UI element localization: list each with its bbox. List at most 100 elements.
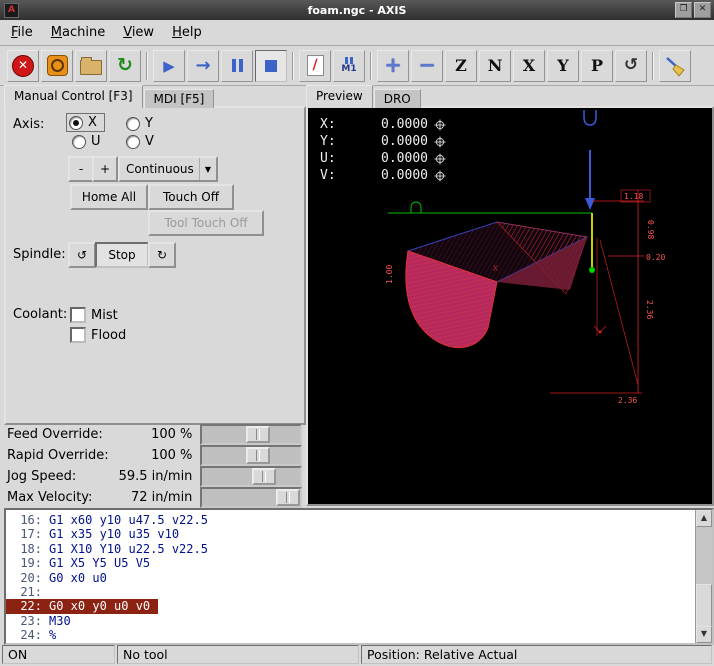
spindle-stop-button[interactable]: Stop: [95, 242, 149, 268]
slider-handle[interactable]: [252, 468, 276, 485]
gcode-line[interactable]: 24:%: [6, 628, 712, 642]
step-icon: →: [195, 55, 210, 76]
mist-check-icon: [70, 307, 86, 323]
dro-row-u: U: 0.0000: [320, 150, 446, 167]
rotate-view-button[interactable]: ↺: [615, 50, 647, 82]
view-y-button[interactable]: Y: [547, 50, 579, 82]
menu-file[interactable]: File: [2, 22, 42, 43]
feed-override-label: Feed Override:: [4, 427, 116, 442]
gcode-line[interactable]: 19:G1 X5 Y5 U5 V5: [6, 556, 712, 570]
slider-handle[interactable]: [276, 489, 300, 506]
scroll-down-icon[interactable]: ▼: [696, 626, 712, 643]
spindle-reverse-button[interactable]: ↺: [68, 242, 96, 268]
zoom-in-button[interactable]: +: [377, 50, 409, 82]
gcode-line-text: G0 x0 u0: [49, 571, 107, 585]
step-button[interactable]: →: [187, 50, 219, 82]
jog-speed-row: Jog Speed: 59.5 in/min: [4, 466, 302, 487]
view-perspective-button[interactable]: P: [581, 50, 613, 82]
toolbar-separator: [652, 52, 654, 80]
toolbar: ✕ ↻ ▶ → ∕ M1 + − Z N X Y P ↺: [0, 46, 714, 86]
scrollbar-thumb[interactable]: [696, 584, 712, 628]
rapid-override-slider[interactable]: [200, 445, 302, 466]
dro-axis-label: Y:: [320, 134, 344, 149]
view-z-back-button[interactable]: N: [479, 50, 511, 82]
view-z-button[interactable]: Z: [445, 50, 477, 82]
home-all-button[interactable]: Home All: [70, 184, 148, 210]
pause-icon: [232, 59, 236, 72]
gcode-listing[interactable]: 16:G1 x60 y10 u47.5 v22.5 17:G1 x35 y10 …: [4, 508, 714, 645]
estop-button[interactable]: ✕: [7, 50, 39, 82]
optional-stop-button[interactable]: M1: [333, 50, 365, 82]
reload-file-button[interactable]: ↻: [109, 50, 141, 82]
jog-plus-button[interactable]: +: [92, 156, 118, 182]
gcode-line[interactable]: 20:G0 x0 u0: [6, 571, 712, 585]
axis-radio-v[interactable]: V: [126, 134, 154, 149]
view-y-icon: Y: [557, 58, 568, 74]
axis-radio-y[interactable]: Y: [126, 116, 153, 131]
gcode-line[interactable]: 23:M30: [6, 614, 712, 628]
axis-radio-x[interactable]: X: [66, 113, 105, 132]
scroll-up-icon[interactable]: ▲: [696, 510, 712, 527]
run-button[interactable]: ▶: [153, 50, 185, 82]
maximize-button[interactable]: ❐: [675, 2, 692, 18]
flood-checkbox[interactable]: Flood: [70, 327, 126, 343]
open-file-button[interactable]: [75, 50, 107, 82]
max-velocity-slider[interactable]: [200, 487, 302, 508]
feed-override-row: Feed Override: 100 %: [4, 424, 302, 445]
jog-minus-button[interactable]: -: [68, 156, 94, 182]
slider-handle[interactable]: [246, 426, 270, 443]
view-x-button[interactable]: X: [513, 50, 545, 82]
gcode-line[interactable]: 16:G1 x60 y10 u47.5 v22.5: [6, 513, 712, 527]
gcode-line-active[interactable]: 22:G0 x0 y0 u0 v0: [6, 599, 158, 613]
homed-icon: [434, 153, 446, 165]
dim-label: 1.18: [624, 192, 643, 201]
close-button[interactable]: ✕: [694, 2, 711, 18]
jog-speed-slider[interactable]: [200, 466, 302, 487]
zoom-out-icon: −: [418, 55, 436, 76]
homed-icon: [434, 136, 446, 148]
dro-axis-label: U:: [320, 151, 344, 166]
dro-axis-value: 0.0000: [344, 117, 428, 132]
run-icon: ▶: [163, 57, 175, 75]
gcode-line-text: M30: [49, 614, 71, 628]
skip-lines-button[interactable]: ∕: [299, 50, 331, 82]
slider-handle[interactable]: [246, 447, 270, 464]
preview-panel: 1.18 0.98 0.20 2.36 2.36 1.00 X X: 0.000…: [306, 106, 714, 506]
stop-button[interactable]: [255, 50, 287, 82]
gcode-line-text: G1 x60 y10 u47.5 v22.5: [49, 513, 208, 527]
folder-icon: [80, 60, 102, 75]
jog-mode-select[interactable]: Continuous ▼: [118, 156, 218, 182]
tab-manual-control[interactable]: Manual Control [F3]: [4, 85, 143, 108]
rotate-icon: ↺: [624, 57, 638, 74]
toolbar-separator: [292, 52, 294, 80]
flood-check-icon: [70, 327, 86, 343]
clear-plot-button[interactable]: [659, 50, 691, 82]
preview-canvas[interactable]: 1.18 0.98 0.20 2.36 2.36 1.00 X X: 0.000…: [308, 108, 712, 504]
titlebar[interactable]: A foam.ngc - AXIS ❐ ✕: [0, 0, 714, 20]
axis-window: A foam.ngc - AXIS ❐ ✕ File Machine View …: [0, 0, 714, 666]
gcode-line[interactable]: 21:: [6, 585, 712, 599]
tab-preview[interactable]: Preview: [306, 85, 373, 108]
touch-off-button[interactable]: Touch Off: [148, 184, 234, 210]
dro-axis-label: X:: [320, 117, 344, 132]
gcode-line-text: G1 x35 y10 u35 v10: [49, 527, 179, 541]
axis-radio-u[interactable]: U: [72, 134, 101, 149]
gcode-line[interactable]: 18:G1 X10 Y10 u22.5 v22.5: [6, 542, 712, 556]
gcode-line[interactable]: 17:G1 x35 y10 u35 v10: [6, 527, 712, 541]
tab-mdi[interactable]: MDI [F5]: [144, 89, 215, 108]
feed-override-slider[interactable]: [200, 424, 302, 445]
radio-y-icon: [126, 117, 140, 131]
menubar: File Machine View Help: [0, 20, 714, 46]
zoom-out-button[interactable]: −: [411, 50, 443, 82]
menu-help[interactable]: Help: [163, 22, 211, 43]
jog-speed-value: 59.5 in/min: [116, 469, 200, 484]
menu-view[interactable]: View: [114, 22, 163, 43]
pause-button[interactable]: [221, 50, 253, 82]
machine-power-button[interactable]: [41, 50, 73, 82]
spindle-forward-button[interactable]: ↻: [148, 242, 176, 268]
tab-dro[interactable]: DRO: [374, 89, 421, 108]
mist-checkbox[interactable]: Mist: [70, 307, 118, 323]
gcode-line-number: 20:: [6, 571, 49, 585]
gcode-scrollbar[interactable]: ▲ ▼: [695, 510, 712, 643]
menu-machine[interactable]: Machine: [42, 22, 114, 43]
